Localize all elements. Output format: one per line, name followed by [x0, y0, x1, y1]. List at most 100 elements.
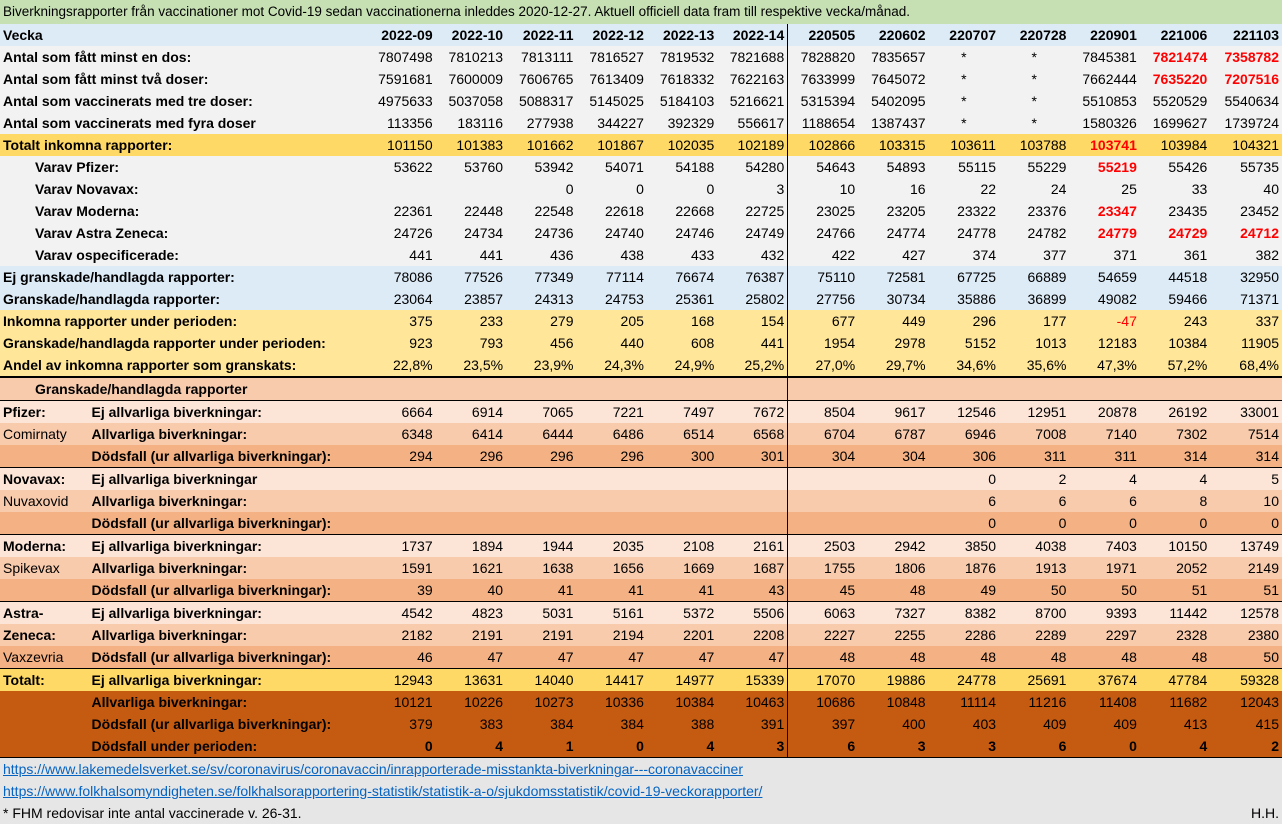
astra-value: 24766 [787, 222, 859, 244]
totalt-ej-value: 37674 [1069, 668, 1140, 691]
header-col: 2022-09 [365, 24, 436, 46]
moderna-allv-value: 1806 [858, 557, 929, 579]
dos3-value: 5216621 [717, 90, 788, 112]
totalt-dod-row: Dödsfall (ur allvarliga biverkningar): 37… [0, 713, 1282, 735]
moderna-dod-value: 45 [787, 579, 859, 602]
pfizer-allv-value: 7302 [1139, 423, 1211, 445]
totalt-allv-value: 10226 [435, 691, 507, 713]
totalt-ej-value: 15339 [717, 668, 788, 691]
totalt-allv-value: 10848 [858, 691, 929, 713]
novavax-allv-row: Nuvaxovid Allvarliga biverkningar: 6 6 6 8 10 [0, 490, 1282, 512]
row-dos1: Antal som fått minst en dos: 7807498 78102… [0, 46, 1282, 68]
totalt-allv-value: 11114 [928, 691, 1000, 713]
moderna-value: 22448 [435, 200, 507, 222]
totalt-dod-value: 384 [506, 713, 577, 735]
astra-ej-value: 8382 [928, 601, 1000, 624]
astra-value: 24746 [646, 222, 718, 244]
astra-dod-value: 47 [576, 646, 647, 669]
totalt-allv-value: 10384 [646, 691, 718, 713]
section-title-right [787, 376, 1282, 401]
dos4-value: 183116 [435, 112, 507, 134]
totalt-blank [0, 735, 89, 758]
moderna-ej-value: 1894 [435, 534, 507, 557]
row-label: Granskade/handlagda rapporter under peri… [0, 332, 366, 354]
novavax-allv-value [646, 490, 718, 512]
grper-value: 12183 [1069, 332, 1140, 354]
astra-value: 24779 [1069, 222, 1140, 244]
grper-value: 923 [365, 332, 436, 354]
novavax-value: 0 [576, 178, 647, 200]
novavax-allv-value [576, 490, 647, 512]
andel-value: 47,3% [1069, 354, 1140, 377]
moderna-ej-value: 2035 [576, 534, 647, 557]
section-title: Granskade/handlagda rapporter [0, 376, 788, 401]
header-col: 2022-10 [435, 24, 507, 46]
novavax-allv-value: 6 [928, 490, 1000, 512]
row-label: Inkomna rapporter under perioden: [0, 310, 366, 332]
inkper-value: 296 [928, 310, 1000, 332]
pfizer-dod-value: 296 [435, 445, 507, 468]
pfizer-value: 53942 [506, 156, 577, 178]
novavax-allv-value [435, 490, 507, 512]
inkper-value: 154 [717, 310, 788, 332]
moderna-dod-value: 50 [999, 579, 1070, 602]
vaccine-name: Pfizer: [0, 400, 89, 423]
pfizer-allv-value: 7140 [1069, 423, 1140, 445]
moderna-allv-value: 1669 [646, 557, 718, 579]
totalt-label: Totalt: [0, 668, 89, 691]
total-value: 101383 [435, 134, 507, 156]
totalt-dod-value: 384 [576, 713, 647, 735]
moderna-value: 23205 [858, 200, 929, 222]
novavax-dod-value [576, 512, 647, 535]
pfizer-allv-value: 6946 [928, 423, 1000, 445]
vaccine-brand: Vaxzevria [0, 646, 89, 669]
pfizer-ej-value: 8504 [787, 400, 859, 423]
source-link[interactable]: https://www.folkhalsomyndigheten.se/folk… [0, 780, 1282, 802]
row-label: Totalt inkomna rapporter: [0, 134, 366, 156]
novavax-ej-value [576, 467, 647, 490]
row-total: Totalt inkomna rapporter: 101150 101383 101… [0, 134, 1282, 156]
pfizer-dod-value: 306 [928, 445, 1000, 468]
novavax-ej-value: 4 [1069, 467, 1140, 490]
novavax-dod-value [858, 512, 929, 535]
dos1-value: 7828820 [787, 46, 859, 68]
header-row: Vecka 2022-09 2022-10 2022-11 2022-12 2022-13… [0, 24, 1282, 46]
pfizer-dod-value: 296 [506, 445, 577, 468]
astra-allv-value: 2380 [1210, 624, 1282, 646]
astra-value: 24712 [1210, 222, 1282, 244]
ejgr-value: 72581 [858, 266, 929, 288]
totalt-blank [0, 691, 89, 713]
astra-allv-value: 2208 [717, 624, 788, 646]
header-col: 221006 [1139, 24, 1211, 46]
astra-allv-value: 2289 [999, 624, 1070, 646]
row-label: Allvarliga biverkningar: [88, 691, 366, 713]
inkper-value: 375 [365, 310, 436, 332]
moderna-ej-value: 1737 [365, 534, 436, 557]
totalt-dodper-value: 3 [858, 735, 929, 758]
unspec-value: 438 [576, 244, 647, 266]
source-link[interactable]: https://www.lakemedelsverket.se/sv/coron… [0, 757, 1282, 780]
moderna-ej-value: 1944 [506, 534, 577, 557]
unspec-value: 371 [1069, 244, 1140, 266]
dos1-value: 7835657 [858, 46, 929, 68]
moderna-dod-value: 43 [717, 579, 788, 602]
pfizer-ej-value: 6664 [365, 400, 436, 423]
moderna-value: 22668 [646, 200, 718, 222]
total-value: 103315 [858, 134, 929, 156]
astra-allv-value: 2297 [1069, 624, 1140, 646]
dos2-value: 7600009 [435, 68, 507, 90]
totalt-dod-value: 383 [435, 713, 507, 735]
dos3-value: 4975633 [365, 90, 436, 112]
pfizer-dod-value: 300 [646, 445, 718, 468]
dos4-value: 1699627 [1139, 112, 1211, 134]
moderna-value: 23025 [787, 200, 859, 222]
astra-allv-value: 2191 [506, 624, 577, 646]
dos3-value: 5520529 [1139, 90, 1211, 112]
totalt-ej-value: 17070 [787, 668, 859, 691]
novavax-ej-value: 0 [928, 467, 1000, 490]
totalt-allv-value: 12043 [1210, 691, 1282, 713]
moderna-dod-value: 41 [646, 579, 718, 602]
andel-value: 23,9% [506, 354, 577, 377]
dos4-value: 113356 [365, 112, 436, 134]
moderna-ej-row: Moderna: Ej allvarliga biverkningar: 1737 1… [0, 534, 1282, 557]
